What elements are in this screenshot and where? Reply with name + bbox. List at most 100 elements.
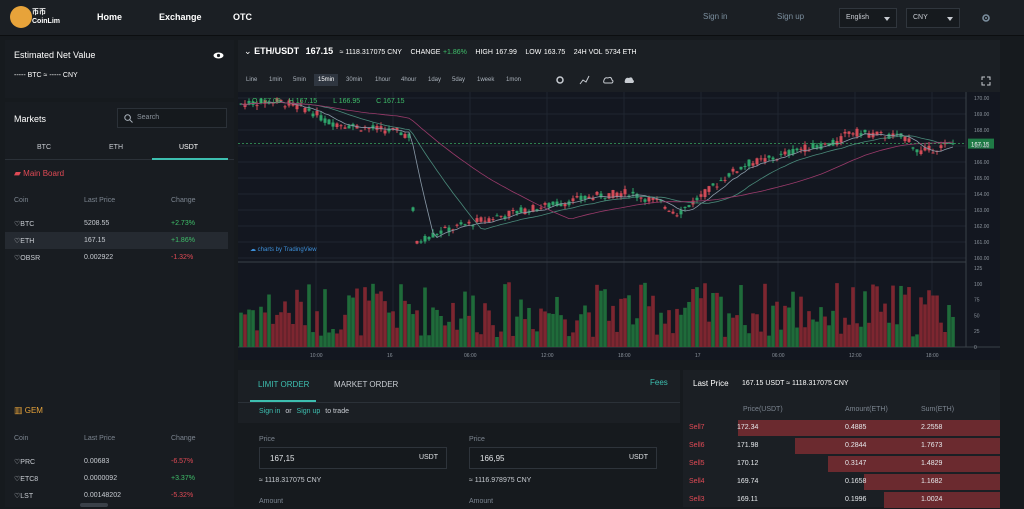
top-signin-link[interactable]: Sign in <box>703 12 727 21</box>
candle-body <box>771 157 775 160</box>
volume-bar <box>551 313 555 347</box>
buy-price-input[interactable]: 167,15 USDT <box>259 447 447 469</box>
market-row[interactable]: ♡BTC 5208.55 +2.73% <box>5 215 228 232</box>
top-signup-link[interactable]: Sign up <box>777 12 804 21</box>
volume-bar <box>939 322 943 347</box>
volume-bar <box>331 328 335 347</box>
volume-bar <box>735 315 739 347</box>
interval-1min[interactable]: 1min <box>269 77 282 83</box>
volume-bar <box>671 333 675 347</box>
order-book-row[interactable]: Sell4 169.74 0.1658 1.1682 <box>683 473 1000 491</box>
volume-bar <box>263 312 267 347</box>
volume-bar <box>643 282 647 347</box>
volume-bar <box>911 336 915 347</box>
eye-icon[interactable] <box>213 52 224 59</box>
tab-market-order[interactable]: MARKET ORDER <box>334 380 398 389</box>
volume-bar <box>503 284 507 347</box>
tab-eth[interactable]: ETH <box>109 144 123 151</box>
volume-bar <box>363 287 367 347</box>
market-row-price: 167.15 <box>84 237 106 244</box>
interval-1hour[interactable]: 1hour <box>375 77 390 83</box>
order-book-row[interactable]: Sell3 169.11 0.1996 1.0024 <box>683 491 1000 509</box>
interval-30min[interactable]: 30min <box>346 77 362 83</box>
brand-logo[interactable] <box>10 6 32 28</box>
interval-5day[interactable]: 5day <box>452 77 465 83</box>
chart-settings-icon[interactable] <box>555 75 565 85</box>
time-axis-label: 12:00 <box>849 353 862 359</box>
interval-5min[interactable]: 5min <box>293 77 306 83</box>
cloud-download-icon[interactable] <box>624 76 635 84</box>
currency-select[interactable]: CNY <box>906 8 960 28</box>
volume-bar <box>655 334 659 347</box>
gem-row[interactable]: ♡LST 0.00148202 -5.32% <box>5 487 228 504</box>
volume-bar <box>407 304 411 347</box>
price-chart[interactable]: 167.15 170.00 169.00 168.00 167.00 166.00 165.… <box>238 92 1000 360</box>
order-book-row[interactable]: Sell5 170.12 0.3147 1.4829 <box>683 455 1000 473</box>
fees-link[interactable]: Fees <box>650 378 668 387</box>
interval-line[interactable]: Line <box>246 77 257 83</box>
interval-1day[interactable]: 1day <box>428 77 441 83</box>
main-board-label: Main Board <box>23 169 65 178</box>
brand-name[interactable]: 币币 CoinLim <box>32 8 60 26</box>
chevron-down-icon <box>884 17 890 21</box>
order-signup-link[interactable]: Sign up <box>297 408 321 415</box>
indicators-icon[interactable] <box>579 75 590 85</box>
volume-bar <box>847 324 851 347</box>
order-signin-link[interactable]: Sign in <box>259 408 280 415</box>
interval-1week[interactable]: 1week <box>477 77 494 83</box>
market-row-selected[interactable]: ♡ETH 167.15 +1.86% <box>5 232 228 249</box>
market-search-input[interactable]: Search <box>117 108 227 128</box>
candle-body <box>843 131 847 134</box>
sell-price-input[interactable]: 166,95 USDT <box>469 447 657 469</box>
tab-usdt[interactable]: USDT <box>179 144 198 151</box>
or-text: or <box>285 408 292 415</box>
chevron-down-icon[interactable]: ⌄ <box>244 46 252 56</box>
search-placeholder: Search <box>137 114 160 121</box>
nav-exchange[interactable]: Exchange <box>159 12 202 22</box>
candle-body <box>835 141 839 145</box>
candle-body <box>575 196 579 198</box>
tradingview-watermark[interactable]: ☁ charts by TradingView <box>250 246 317 253</box>
candle-body <box>503 216 507 219</box>
language-select[interactable]: English <box>839 8 897 28</box>
interval-4hour[interactable]: 4hour <box>401 77 416 83</box>
nav-otc[interactable]: OTC <box>233 12 252 22</box>
volume-bar <box>339 329 343 347</box>
order-book-row[interactable]: Sell7 172.34 0.4885 2.2558 <box>683 419 1000 437</box>
ma-line-long <box>240 102 954 220</box>
tab-limit-order[interactable]: LIMIT ORDER <box>258 380 309 389</box>
gem-row[interactable]: ♡PRC 0.00683 -6.57% <box>5 453 228 470</box>
gem-row[interactable]: ♡ETC8 0.0000092 +3.37% <box>5 470 228 487</box>
scrollbar-thumb[interactable] <box>80 503 108 507</box>
header-coin: Coin <box>14 435 29 442</box>
fullscreen-icon[interactable] <box>981 76 991 86</box>
estimated-title: Estimated Net Value <box>14 50 96 60</box>
candle-body <box>463 224 467 226</box>
market-row[interactable]: ♡OBSR 0.002922 -1.32% <box>5 249 228 266</box>
cloud-upload-icon[interactable] <box>603 76 614 84</box>
order-book-row-label: Sell4 <box>689 478 705 485</box>
volume-bar <box>827 325 831 347</box>
volume-bar <box>475 332 479 347</box>
interval-1mon[interactable]: 1mon <box>506 77 521 83</box>
volume-bar <box>511 335 515 347</box>
volume-bar <box>271 323 275 347</box>
header-price: Price(USDT) <box>743 406 783 413</box>
tab-btc[interactable]: BTC <box>37 144 51 151</box>
markets-panel: Markets Search BTC ETH USDT ▰ Main Board… <box>5 102 234 507</box>
interval-15min[interactable]: 15min <box>314 74 339 86</box>
candle-body <box>643 199 647 202</box>
ticker-pair[interactable]: ETH/USDT <box>254 46 299 56</box>
candle-body <box>331 122 335 127</box>
candle-body <box>343 127 347 129</box>
volume-bar <box>623 298 627 347</box>
ohlc-overlay: O 167.08 H 167.15 L 166.95 C 167.15 <box>252 98 405 105</box>
candle-body <box>863 129 867 133</box>
volume-bar <box>399 284 403 347</box>
candlestick-chart-svg[interactable]: 167.15170.00169.00168.00167.00166.00165.… <box>238 92 1000 360</box>
volume-bar <box>875 286 879 347</box>
gear-icon[interactable] <box>981 13 991 23</box>
nav-home[interactable]: Home <box>97 12 122 22</box>
candle-body <box>879 132 883 134</box>
order-book-row[interactable]: Sell6 171.98 0.2844 1.7673 <box>683 437 1000 455</box>
